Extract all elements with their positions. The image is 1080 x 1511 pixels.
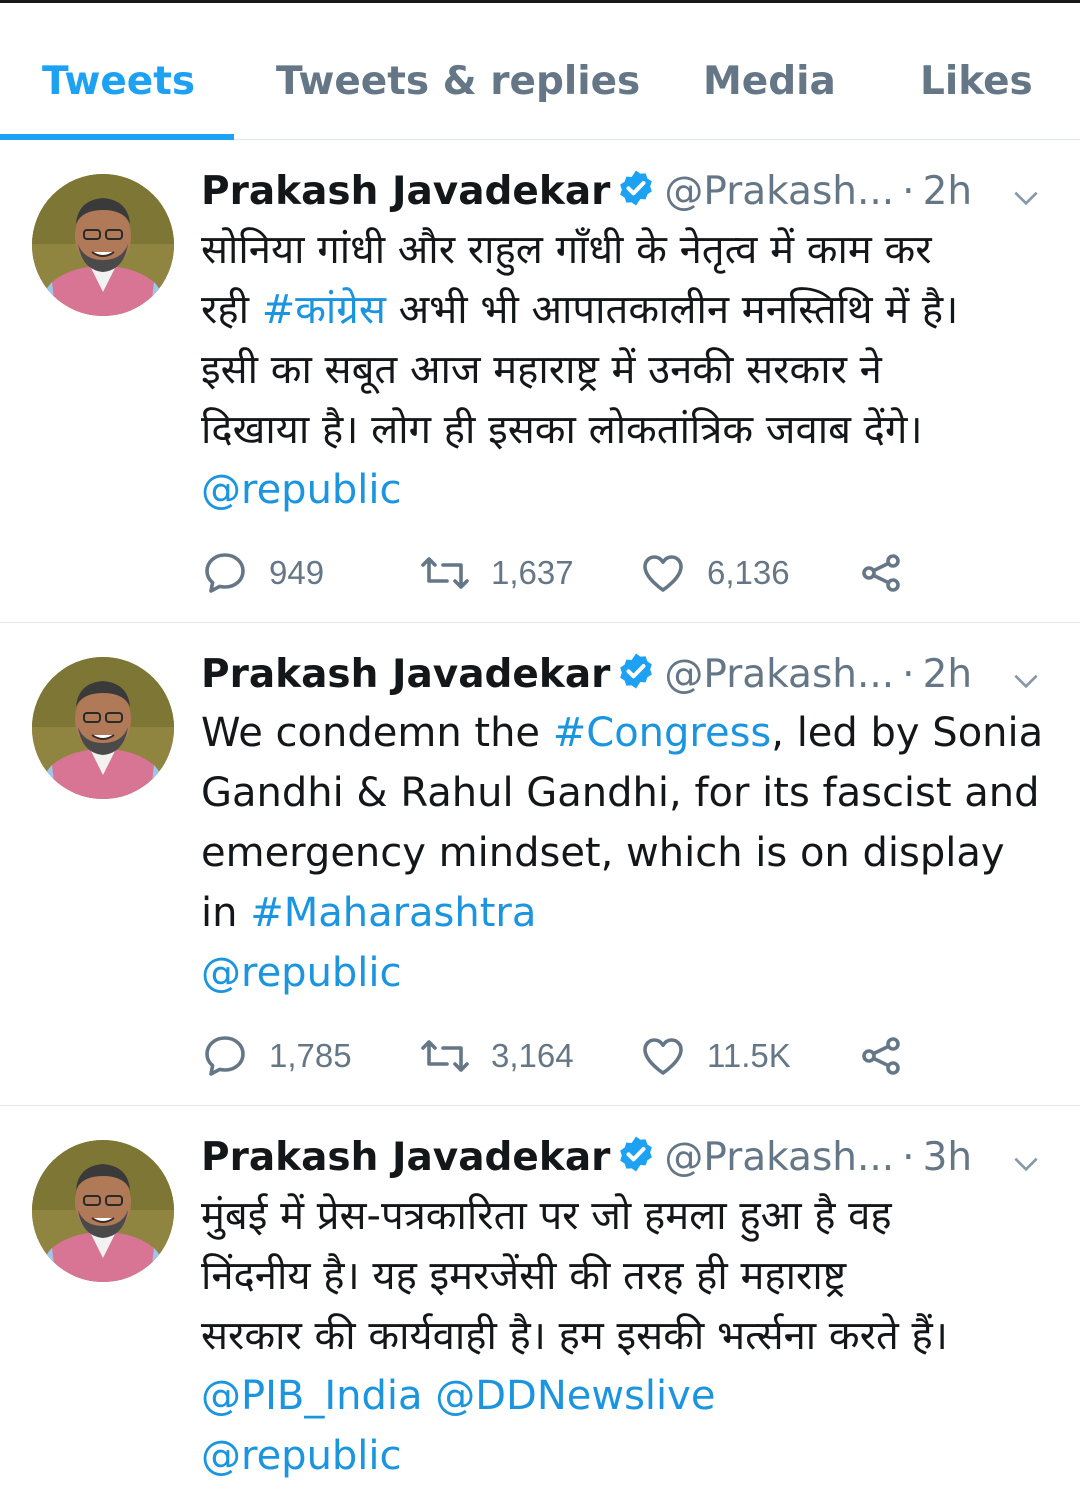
retweet-button[interactable]: 3,164 bbox=[419, 1031, 574, 1081]
share-icon bbox=[857, 549, 905, 597]
hashtag-link[interactable]: #कांग्रेस bbox=[262, 287, 386, 333]
avatar-photo bbox=[32, 657, 174, 799]
tab-media[interactable]: Media bbox=[703, 58, 836, 106]
author-handle[interactable]: @Prakash... bbox=[664, 1135, 894, 1180]
timestamp[interactable]: 3h bbox=[923, 1135, 973, 1180]
text-line: निंदनीय है। यह इमरजेंसी की तरह ही महाराष… bbox=[201, 1253, 847, 1299]
separator-dot: · bbox=[902, 1135, 915, 1180]
tweet-text: We condemn the #Congress, led by Sonia G… bbox=[201, 703, 1051, 1003]
like-button[interactable]: 11.5K bbox=[639, 1031, 791, 1081]
verified-badge-icon bbox=[616, 651, 656, 707]
hashtag-link[interactable]: #Maharashtra bbox=[250, 890, 536, 936]
mention-link[interactable]: @republic bbox=[201, 467, 402, 513]
timestamp[interactable]: 2h bbox=[923, 652, 973, 697]
tweet-text: मुंबई में प्रेस-पत्रकारिता पर जो हमला हु… bbox=[201, 1186, 1051, 1486]
share-icon bbox=[857, 1032, 905, 1080]
text-line: emergency mindset, which is on display bbox=[201, 830, 1005, 876]
reply-icon bbox=[201, 549, 249, 597]
retweet-icon bbox=[419, 549, 471, 597]
retweet-count: 1,637 bbox=[491, 554, 574, 591]
tweet-header: Prakash Javadekar @Prakash... · 3h bbox=[201, 1130, 1060, 1186]
author-name[interactable]: Prakash Javadekar bbox=[201, 1135, 610, 1180]
verified-badge-icon bbox=[616, 1134, 656, 1190]
text-line: @republic bbox=[201, 1426, 1051, 1486]
text-line: in #Maharashtra bbox=[201, 890, 537, 936]
retweet-count: 3,164 bbox=[491, 1037, 574, 1074]
text-line: We condemn the #Congress, led by Sonia bbox=[201, 710, 1044, 756]
tweet[interactable]: Prakash Javadekar @Prakash... · 2h सोनिया ग… bbox=[0, 140, 1080, 623]
like-button[interactable]: 6,136 bbox=[639, 548, 790, 598]
text-line: इसी का सबूत आज महाराष्ट्र में उनकी सरकार… bbox=[201, 347, 882, 393]
reply-count: 949 bbox=[269, 554, 325, 591]
author-handle[interactable]: @Prakash... bbox=[664, 169, 894, 214]
reply-count: 1,785 bbox=[269, 1037, 352, 1074]
tab-tweets-and-replies[interactable]: Tweets & replies bbox=[276, 58, 640, 106]
text-line: सरकार की कार्यवाही है। हम इसकी भर्त्सना … bbox=[201, 1313, 948, 1359]
reply-button[interactable]: 949 bbox=[201, 548, 324, 598]
heart-icon bbox=[639, 549, 687, 597]
like-count: 6,136 bbox=[707, 554, 790, 591]
author-name[interactable]: Prakash Javadekar bbox=[201, 652, 610, 697]
author-name[interactable]: Prakash Javadekar bbox=[201, 169, 610, 214]
tweet-header: Prakash Javadekar @Prakash... · 2h bbox=[201, 164, 1060, 220]
tweet-text: सोनिया गांधी और राहुल गाँधी के नेतृत्व म… bbox=[201, 220, 1051, 520]
text-line: दिखाया है। लोग ही इसका लोकतांत्रिक जवाब … bbox=[201, 407, 923, 453]
retweet-icon bbox=[419, 1032, 471, 1080]
reply-icon bbox=[201, 1032, 249, 1080]
like-count: 11.5K bbox=[707, 1037, 791, 1074]
tab-tweets[interactable]: Tweets bbox=[42, 58, 195, 106]
separator-dot: · bbox=[902, 652, 915, 697]
tab-likes[interactable]: Likes bbox=[920, 58, 1033, 106]
separator-dot: · bbox=[902, 169, 915, 214]
timestamp[interactable]: 2h bbox=[923, 169, 973, 214]
avatar-photo bbox=[32, 174, 174, 316]
tweet[interactable]: Prakash Javadekar @Prakash... · 2h We conde… bbox=[0, 623, 1080, 1106]
text-line: @PIB_India @DDNewslive bbox=[201, 1366, 1051, 1426]
profile-tabs: Tweets Tweets & replies Media Likes bbox=[0, 3, 1080, 140]
share-button[interactable] bbox=[857, 1031, 905, 1081]
reply-button[interactable]: 1,785 bbox=[201, 1031, 352, 1081]
avatar[interactable] bbox=[32, 657, 174, 799]
retweet-button[interactable]: 1,637 bbox=[419, 548, 574, 598]
tweet-actions: 1,785 3,164 11.5K bbox=[201, 1031, 1001, 1081]
mention-link[interactable]: @republic bbox=[201, 950, 402, 996]
mention-link[interactable]: @PIB_India @DDNewslive bbox=[201, 1373, 715, 1419]
text-line: रही #कांग्रेस अभी भी आपातकालीन मनस्तिथि … bbox=[201, 287, 959, 333]
text-line: Gandhi & Rahul Gandhi, for its fascist a… bbox=[201, 770, 1040, 816]
avatar[interactable] bbox=[32, 174, 174, 316]
text-line: @republic bbox=[201, 943, 1051, 1003]
author-handle[interactable]: @Prakash... bbox=[664, 652, 894, 697]
mention-link[interactable]: @republic bbox=[201, 1433, 402, 1479]
avatar[interactable] bbox=[32, 1140, 174, 1282]
share-button[interactable] bbox=[857, 548, 905, 598]
tweet[interactable]: Prakash Javadekar @Prakash... · 3h मुंबई मे… bbox=[0, 1106, 1080, 1511]
verified-badge-icon bbox=[616, 168, 656, 224]
avatar-photo bbox=[32, 1140, 174, 1282]
text-line: मुंबई में प्रेस-पत्रकारिता पर जो हमला हु… bbox=[201, 1193, 892, 1239]
tweet-actions: 949 1,637 6,136 bbox=[201, 548, 1001, 598]
heart-icon bbox=[639, 1032, 687, 1080]
text-line: @republic bbox=[201, 460, 1051, 520]
hashtag-link[interactable]: #Congress bbox=[553, 710, 772, 756]
text-line: सोनिया गांधी और राहुल गाँधी के नेतृत्व म… bbox=[201, 227, 932, 273]
tweet-header: Prakash Javadekar @Prakash... · 2h bbox=[201, 647, 1060, 703]
